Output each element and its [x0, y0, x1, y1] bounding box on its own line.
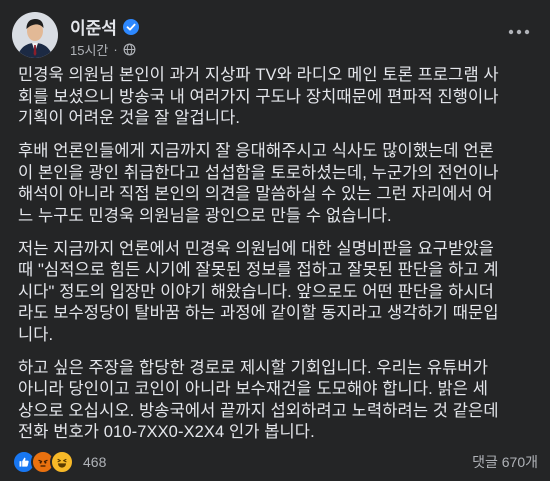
comment-count[interactable]: 댓글 670개 [472, 452, 538, 472]
more-options-button[interactable] [504, 22, 534, 42]
more-options-icon [508, 29, 530, 35]
post-time[interactable]: 15시간 [70, 40, 108, 59]
post-footer: 468 댓글 670개 [12, 450, 538, 474]
post-header: 이준석 15시간 · [12, 10, 538, 62]
verified-badge-icon [122, 18, 139, 35]
post-paragraph: 저는 지금까지 언론에서 민경욱 의원님에 대한 실명비판을 요구받았을 때 "… [18, 239, 499, 344]
avatar-photo [12, 12, 58, 58]
author-avatar[interactable] [12, 12, 58, 58]
post-meta: 15시간 · [70, 40, 136, 59]
haha-icon [50, 450, 74, 474]
author-row: 이준석 [70, 14, 139, 39]
post-body: 민경욱 의원님 본인이 과거 지상파 TV와 라디오 메인 토론 프로그램 사 … [18, 65, 538, 455]
globe-icon[interactable] [123, 43, 136, 56]
author-name[interactable]: 이준석 [70, 14, 117, 39]
post-paragraph: 하고 싶은 주장을 합당한 경로로 제시할 기회입니다. 우리는 유튜버가 아니… [18, 358, 499, 442]
post-paragraph: 후배 언론인들에게 지금까지 잘 응대해주시고 식사도 많이했는데 언론 이 본… [18, 142, 499, 225]
reaction-summary[interactable]: 468 [12, 450, 106, 474]
post-paragraph: 민경욱 의원님 본인이 과거 지상파 TV와 라디오 메인 토론 프로그램 사 … [18, 66, 499, 127]
reaction-count[interactable]: 468 [83, 454, 106, 470]
meta-separator: · [113, 42, 118, 57]
post-card: 이준석 15시간 · 민경욱 의원님 본인이 과거 지상파 TV와 라디오 메인… [0, 0, 550, 481]
